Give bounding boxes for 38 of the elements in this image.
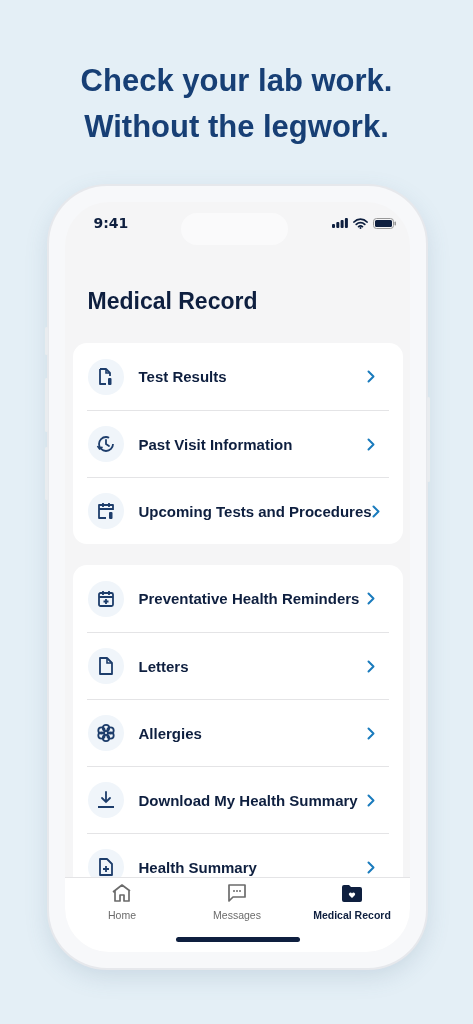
status-time: 9:41 (93, 215, 129, 231)
list-item[interactable]: Letters (86, 632, 389, 699)
item-label: Past Visit Information (138, 435, 294, 453)
item-label: Preventative Health Reminders (138, 590, 361, 607)
folder-heart-icon (342, 884, 362, 902)
chevron-icon (366, 370, 375, 383)
item-label: Test Results (138, 368, 228, 385)
chat-icon (227, 883, 247, 903)
headline-text: Without the legwork. (84, 108, 389, 146)
chevron-icon (366, 793, 375, 807)
item-label: Allergies (138, 724, 203, 742)
wifi-icon (352, 217, 368, 229)
list-item[interactable]: Upcoming Tests and Procedures (86, 477, 389, 544)
chevron-icon (366, 726, 375, 740)
chevron-icon (371, 504, 380, 518)
history-icon (94, 433, 117, 455)
home-icon (111, 883, 133, 903)
list-item[interactable]: Allergies (86, 699, 389, 766)
list-item[interactable]: Test Results (86, 343, 389, 410)
item-label: Upcoming Tests and Procedures (138, 502, 372, 520)
item-label: Health Summary (138, 858, 258, 876)
tab-item[interactable]: Home (64, 883, 180, 921)
flower-icon (94, 722, 117, 744)
battery-icon (372, 217, 396, 229)
tab-item[interactable]: Messages (179, 883, 295, 921)
screen-title: Medical Record (87, 287, 259, 316)
list-item[interactable]: Download My Health Summary (86, 766, 389, 833)
list-item[interactable]: Past Visit Information (86, 410, 389, 477)
list-item[interactable]: Preventative Health Reminders (86, 565, 389, 632)
chevron-icon (366, 592, 375, 605)
signal-icon (331, 218, 348, 228)
item-label: Letters (138, 657, 190, 675)
chevron-icon (366, 860, 375, 874)
tab-item[interactable]: Medical Record (294, 883, 410, 921)
item-label: Download My Health Summary (138, 791, 359, 809)
chevron-icon (366, 437, 375, 451)
headline-text: Check your lab work. (80, 62, 393, 100)
chevron-icon (366, 659, 375, 673)
